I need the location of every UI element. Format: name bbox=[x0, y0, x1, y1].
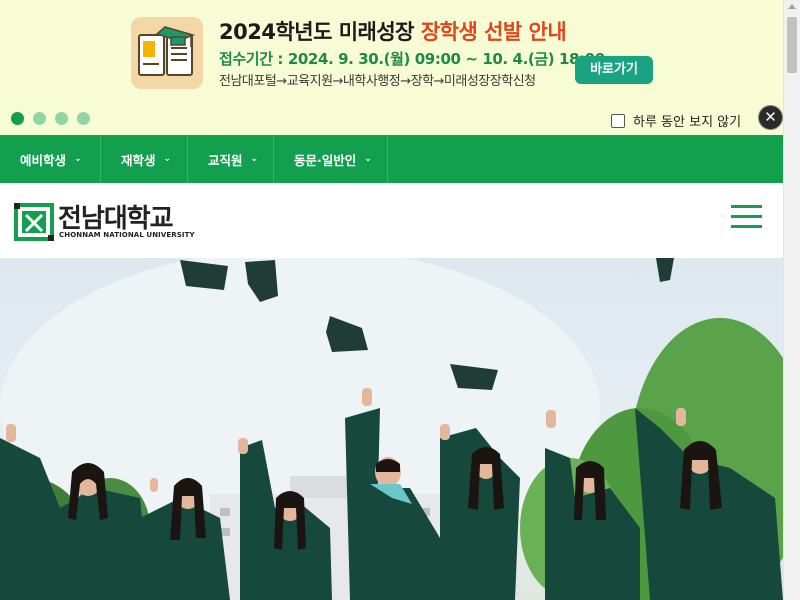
dismiss-today[interactable]: 하루 동안 보지 않기 bbox=[611, 111, 741, 130]
scholarship-book-icon bbox=[131, 17, 203, 89]
audience-nav: 예비학생 ⌄ 재학생 ⌄ 교직원 ⌄ 동문·일반인 ⌄ bbox=[0, 135, 783, 183]
nav-item-prospective[interactable]: 예비학생 ⌄ bbox=[0, 135, 101, 183]
logo-korean[interactable]: 전남대학교 bbox=[58, 198, 174, 235]
vertical-scrollbar[interactable] bbox=[783, 0, 800, 600]
nav-item-staff[interactable]: 교직원 ⌄ bbox=[188, 135, 274, 183]
go-button[interactable]: 바로가기 bbox=[575, 56, 653, 84]
logo-english: CHONNAM NATIONAL UNIVERSITY bbox=[59, 231, 195, 239]
scroll-up-icon[interactable] bbox=[788, 4, 796, 9]
nav-item-students[interactable]: 재학생 ⌄ bbox=[101, 135, 188, 183]
popup-banner: 2024학년도 미래성장 장학생 선발 안내 접수기간 : 2024. 9. 3… bbox=[0, 0, 783, 135]
nav-item-alumni[interactable]: 동문·일반인 ⌄ bbox=[274, 135, 388, 183]
nav-label: 동문·일반인 bbox=[294, 152, 357, 168]
dismiss-label: 하루 동안 보지 않기 bbox=[633, 115, 742, 130]
nav-label: 예비학생 bbox=[20, 152, 67, 168]
chevron-down-icon: ⌄ bbox=[74, 154, 82, 164]
popup-title: 2024학년도 미래성장 장학생 선발 안내 bbox=[219, 16, 567, 46]
chevron-down-icon: ⌄ bbox=[364, 154, 372, 164]
slide-indicator bbox=[11, 112, 90, 125]
dismiss-checkbox[interactable] bbox=[611, 113, 625, 128]
popup-path: 전남대포털→교육지원→내학사행정→장학→미래성장장학신청 bbox=[219, 74, 536, 89]
chevron-down-icon: ⌄ bbox=[250, 154, 259, 164]
slide-dot-4[interactable] bbox=[77, 112, 90, 125]
university-emblem-icon[interactable] bbox=[14, 203, 54, 241]
site-header: 전남대학교 CHONNAM NATIONAL UNIVERSITY bbox=[0, 183, 783, 258]
slide-dot-1[interactable] bbox=[11, 112, 24, 125]
close-icon[interactable]: ✕ bbox=[758, 105, 783, 130]
slide-dot-3[interactable] bbox=[55, 112, 68, 125]
hero-graduation-image bbox=[0, 258, 783, 600]
popup-period: 접수기간 : 2024. 9. 30.(월) 09:00 ~ 10. 4.(금)… bbox=[219, 50, 605, 68]
menu-icon[interactable] bbox=[731, 205, 762, 229]
slide-dot-2[interactable] bbox=[33, 112, 46, 125]
popup-title-highlight: 장학생 선발 안내 bbox=[420, 20, 567, 44]
scroll-thumb[interactable] bbox=[787, 17, 797, 73]
page: 2024학년도 미래성장 장학생 선발 안내 접수기간 : 2024. 9. 3… bbox=[0, 0, 783, 600]
chevron-down-icon: ⌄ bbox=[163, 154, 172, 164]
nav-label: 재학생 bbox=[121, 152, 156, 168]
popup-title-prefix: 2024학년도 미래성장 bbox=[219, 20, 421, 44]
nav-label: 교직원 bbox=[208, 152, 243, 168]
